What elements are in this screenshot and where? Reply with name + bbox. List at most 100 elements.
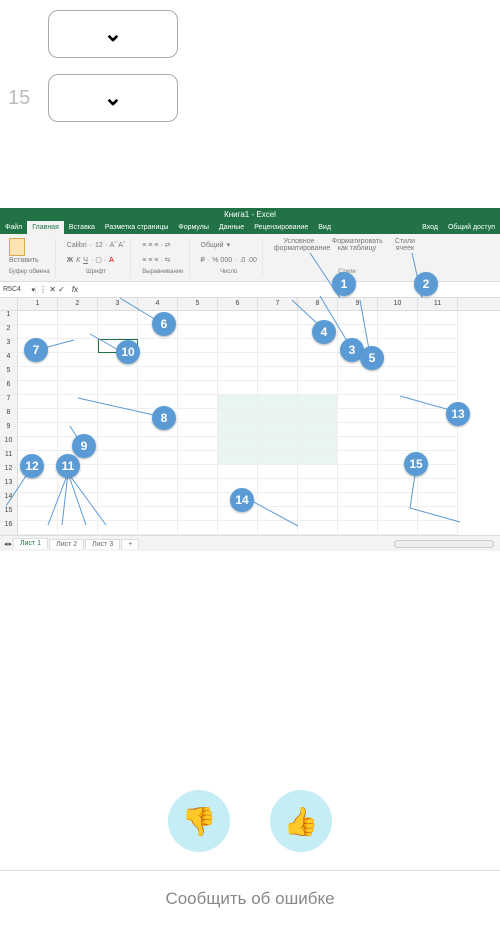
- cell[interactable]: [298, 339, 338, 353]
- cell[interactable]: [418, 367, 458, 381]
- row-header[interactable]: 5: [0, 367, 18, 381]
- cell[interactable]: [378, 479, 418, 493]
- cell[interactable]: [378, 451, 418, 465]
- cell[interactable]: [58, 381, 98, 395]
- cell[interactable]: [418, 311, 458, 325]
- col-header[interactable]: 2: [58, 298, 98, 310]
- cell[interactable]: [298, 521, 338, 535]
- tab-formulas[interactable]: Формулы: [173, 221, 213, 234]
- cell[interactable]: [218, 423, 258, 437]
- cell[interactable]: [178, 521, 218, 535]
- cell[interactable]: [18, 437, 58, 451]
- col-header[interactable]: 4: [138, 298, 178, 310]
- cell[interactable]: [338, 353, 378, 367]
- cell[interactable]: [378, 465, 418, 479]
- cell[interactable]: [178, 493, 218, 507]
- cell[interactable]: [218, 325, 258, 339]
- cell[interactable]: [338, 367, 378, 381]
- cell[interactable]: [138, 395, 178, 409]
- cell[interactable]: [378, 367, 418, 381]
- cell[interactable]: [178, 339, 218, 353]
- cell[interactable]: [98, 339, 138, 353]
- cell[interactable]: [98, 465, 138, 479]
- cell[interactable]: [218, 311, 258, 325]
- cell[interactable]: [18, 479, 58, 493]
- cell[interactable]: [378, 521, 418, 535]
- row-header[interactable]: 6: [0, 381, 18, 395]
- cell[interactable]: [338, 493, 378, 507]
- cell[interactable]: [138, 339, 178, 353]
- cell[interactable]: [138, 521, 178, 535]
- tab-view[interactable]: Вид: [313, 221, 336, 234]
- row-header[interactable]: 10: [0, 437, 18, 451]
- report-error-link[interactable]: Сообщить об ошибке: [0, 870, 500, 927]
- cell[interactable]: [218, 451, 258, 465]
- cell[interactable]: [218, 381, 258, 395]
- horizontal-scrollbar[interactable]: [394, 540, 494, 548]
- paste-icon[interactable]: [9, 238, 25, 256]
- cell[interactable]: [298, 325, 338, 339]
- number-format[interactable]: Общий: [201, 242, 224, 249]
- cell[interactable]: [178, 395, 218, 409]
- cell[interactable]: [418, 423, 458, 437]
- cell[interactable]: [258, 353, 298, 367]
- cell[interactable]: [258, 479, 298, 493]
- cell[interactable]: [338, 409, 378, 423]
- cell[interactable]: [138, 493, 178, 507]
- cell[interactable]: [178, 381, 218, 395]
- font-name[interactable]: Calibri: [67, 242, 87, 249]
- cell[interactable]: [218, 465, 258, 479]
- cell[interactable]: [418, 437, 458, 451]
- col-header[interactable]: 9: [338, 298, 378, 310]
- cell[interactable]: [18, 493, 58, 507]
- cell[interactable]: [418, 451, 458, 465]
- cell[interactable]: [18, 409, 58, 423]
- cell[interactable]: [418, 395, 458, 409]
- cell[interactable]: [418, 465, 458, 479]
- cell[interactable]: [378, 507, 418, 521]
- thumbs-up-button[interactable]: 👍: [270, 790, 332, 852]
- cell[interactable]: [178, 465, 218, 479]
- row-header[interactable]: 8: [0, 409, 18, 423]
- cell[interactable]: [58, 465, 98, 479]
- cell[interactable]: [138, 451, 178, 465]
- cell[interactable]: [98, 311, 138, 325]
- cell[interactable]: [378, 381, 418, 395]
- cell[interactable]: [338, 311, 378, 325]
- row-header[interactable]: 1: [0, 311, 18, 325]
- dropdown-1[interactable]: ⌄: [48, 10, 178, 58]
- cell[interactable]: [178, 325, 218, 339]
- cell[interactable]: [258, 507, 298, 521]
- thumbs-down-button[interactable]: 👎: [168, 790, 230, 852]
- row-header[interactable]: 14: [0, 493, 18, 507]
- cell[interactable]: [18, 521, 58, 535]
- cell[interactable]: [258, 339, 298, 353]
- cell[interactable]: [258, 423, 298, 437]
- cell[interactable]: [418, 325, 458, 339]
- cell[interactable]: [298, 311, 338, 325]
- tab-signin[interactable]: Вход: [417, 221, 443, 234]
- cell[interactable]: [338, 479, 378, 493]
- col-header[interactable]: 11: [418, 298, 458, 310]
- cell[interactable]: [418, 409, 458, 423]
- cell[interactable]: [418, 507, 458, 521]
- cell[interactable]: [378, 395, 418, 409]
- cell[interactable]: [138, 465, 178, 479]
- row-header[interactable]: 13: [0, 479, 18, 493]
- col-header[interactable]: 10: [378, 298, 418, 310]
- cell[interactable]: [218, 437, 258, 451]
- cell[interactable]: [98, 367, 138, 381]
- cell[interactable]: [258, 395, 298, 409]
- col-header[interactable]: 7: [258, 298, 298, 310]
- cell[interactable]: [298, 395, 338, 409]
- cell[interactable]: [138, 381, 178, 395]
- cell[interactable]: [18, 311, 58, 325]
- sheet-tab-1[interactable]: Лист 1: [13, 538, 48, 549]
- cell[interactable]: [218, 479, 258, 493]
- row-header[interactable]: 3: [0, 339, 18, 353]
- cell[interactable]: [338, 437, 378, 451]
- cell[interactable]: [58, 339, 98, 353]
- cell[interactable]: [258, 381, 298, 395]
- cell[interactable]: [218, 395, 258, 409]
- cell[interactable]: [58, 521, 98, 535]
